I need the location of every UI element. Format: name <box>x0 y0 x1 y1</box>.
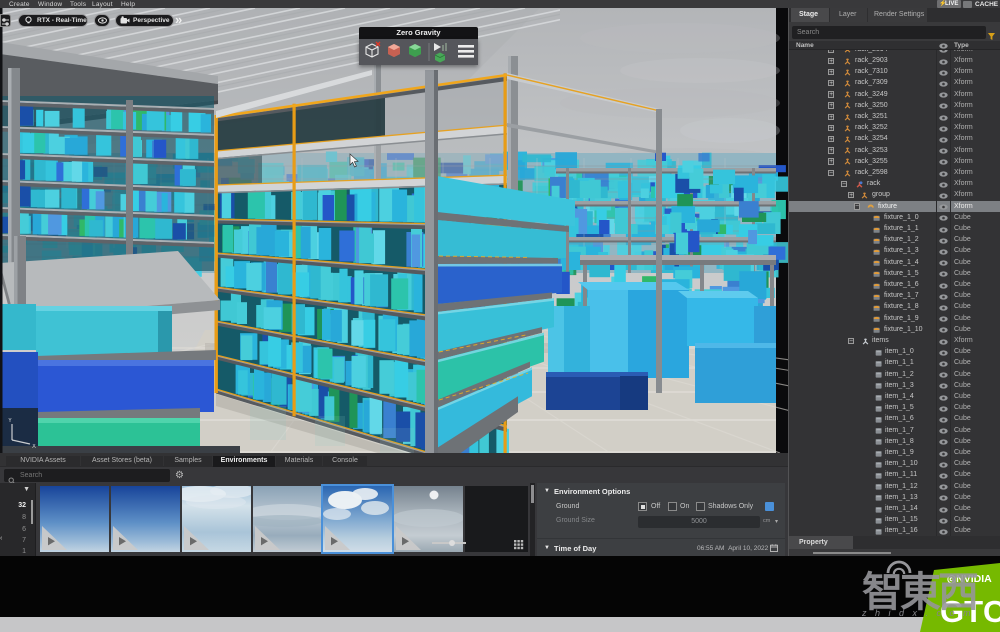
svg-text:Y: Y <box>8 418 12 424</box>
svg-text:X: X <box>32 444 36 450</box>
